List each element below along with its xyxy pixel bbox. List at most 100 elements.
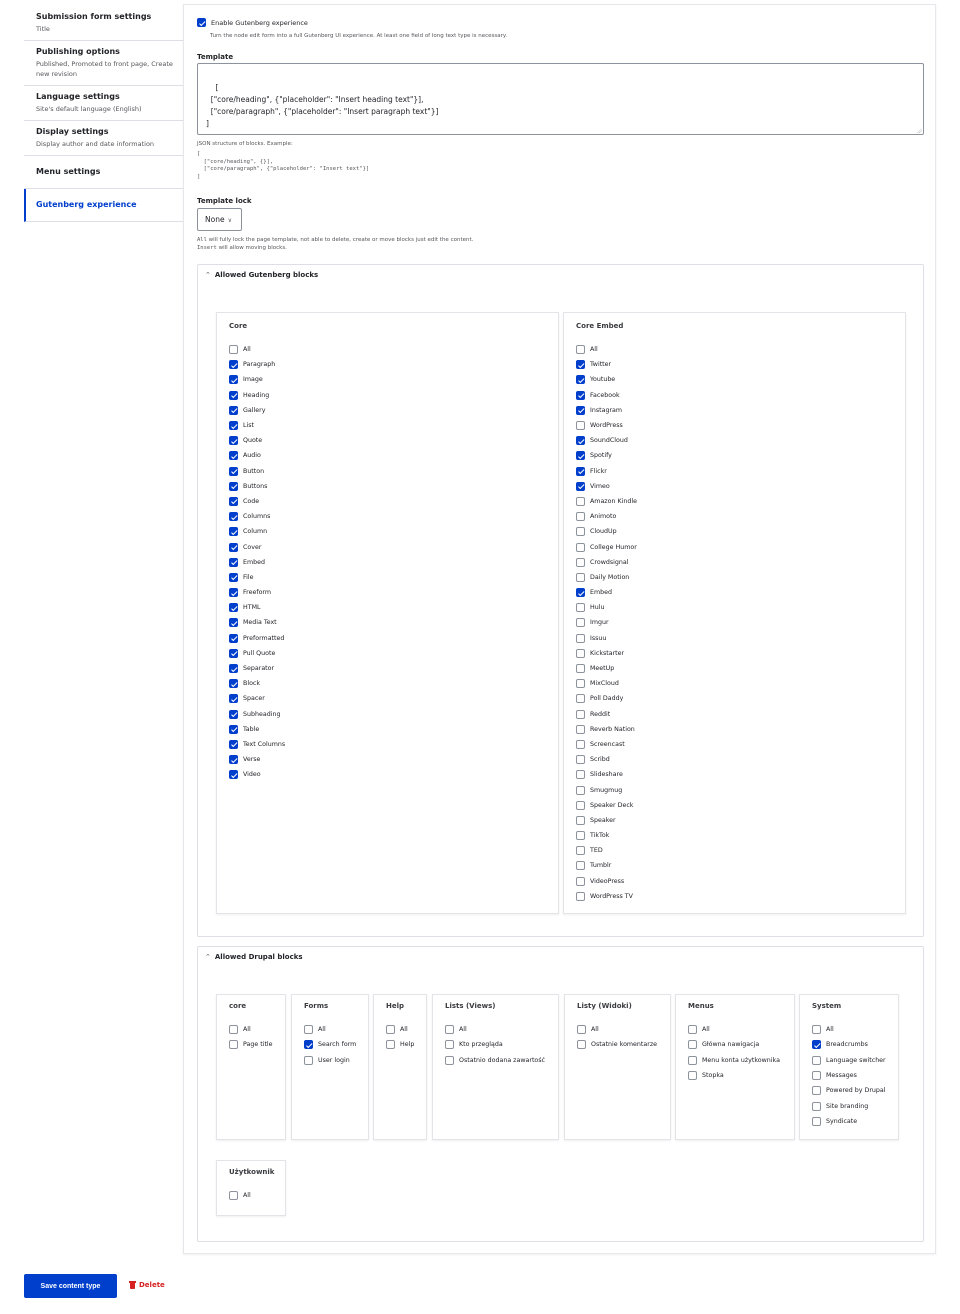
- block-checkbox-item[interactable]: Amazon Kindle: [576, 494, 637, 509]
- block-checkbox-item[interactable]: File: [229, 570, 285, 585]
- block-checkbox-item[interactable]: Daily Motion: [576, 570, 637, 585]
- checkbox-checked-icon[interactable]: [229, 709, 238, 719]
- checkbox-unchecked-icon[interactable]: [576, 679, 585, 689]
- block-checkbox-item[interactable]: CloudUp: [576, 524, 637, 539]
- checkbox-checked-icon[interactable]: [229, 679, 238, 689]
- block-checkbox-item[interactable]: Scribd: [576, 752, 637, 767]
- template-lock-select[interactable]: None ∨: [197, 208, 242, 231]
- checkbox-checked-icon[interactable]: [229, 390, 238, 400]
- block-checkbox-item[interactable]: All: [386, 1022, 414, 1037]
- block-checkbox-item[interactable]: All: [229, 1188, 251, 1203]
- checkbox-checked-icon[interactable]: [229, 648, 238, 658]
- block-checkbox-item[interactable]: Gallery: [229, 403, 285, 418]
- checkbox-unchecked-icon[interactable]: [304, 1025, 313, 1035]
- checkbox-unchecked-icon[interactable]: [576, 709, 585, 719]
- block-checkbox-item[interactable]: Buttons: [229, 479, 285, 494]
- block-checkbox-item[interactable]: Verse: [229, 752, 285, 767]
- block-checkbox-item[interactable]: Twitter: [576, 357, 637, 372]
- block-checkbox-item[interactable]: Reverb Nation: [576, 722, 637, 737]
- block-checkbox-item[interactable]: All: [445, 1022, 545, 1037]
- checkbox-unchecked-icon[interactable]: [576, 648, 585, 658]
- block-checkbox-item[interactable]: Speaker Deck: [576, 798, 637, 813]
- block-checkbox-item[interactable]: WordPress: [576, 418, 637, 433]
- block-checkbox-item[interactable]: Spotify: [576, 448, 637, 463]
- checkbox-unchecked-icon[interactable]: [576, 542, 585, 552]
- tab-display-settings[interactable]: Display settings Display author and date…: [24, 121, 184, 156]
- block-checkbox-item[interactable]: Quote: [229, 433, 285, 448]
- block-checkbox-item[interactable]: Column: [229, 524, 285, 539]
- checkbox-checked-icon[interactable]: [229, 360, 238, 370]
- checkbox-unchecked-icon[interactable]: [445, 1025, 454, 1035]
- block-checkbox-item[interactable]: Help: [386, 1037, 414, 1052]
- checkbox-unchecked-icon[interactable]: [576, 527, 585, 537]
- block-checkbox-item[interactable]: Facebook: [576, 388, 637, 403]
- block-checkbox-item[interactable]: Powered by Drupal: [812, 1083, 886, 1098]
- checkbox-checked-icon[interactable]: [812, 1040, 821, 1050]
- block-checkbox-item[interactable]: Embed: [576, 585, 637, 600]
- block-checkbox-item[interactable]: Imgur: [576, 615, 637, 630]
- block-checkbox-item[interactable]: Subheading: [229, 707, 285, 722]
- checkbox-unchecked-icon[interactable]: [576, 755, 585, 765]
- checkbox-checked-icon[interactable]: [229, 664, 238, 674]
- checkbox-unchecked-icon[interactable]: [576, 876, 585, 886]
- checkbox-unchecked-icon[interactable]: [688, 1025, 697, 1035]
- checkbox-checked-icon[interactable]: [229, 603, 238, 613]
- checkbox-unchecked-icon[interactable]: [576, 770, 585, 780]
- block-checkbox-item[interactable]: Table: [229, 722, 285, 737]
- checkbox-unchecked-icon[interactable]: [688, 1071, 697, 1081]
- checkbox-unchecked-icon[interactable]: [229, 1025, 238, 1035]
- block-checkbox-item[interactable]: Instagram: [576, 403, 637, 418]
- checkbox-checked-icon[interactable]: [576, 588, 585, 598]
- block-checkbox-item[interactable]: TikTok: [576, 828, 637, 843]
- checkbox-unchecked-icon[interactable]: [576, 694, 585, 704]
- checkbox-unchecked-icon[interactable]: [576, 831, 585, 841]
- checkbox-unchecked-icon[interactable]: [576, 739, 585, 749]
- tab-language-settings[interactable]: Language settings Site's default languag…: [24, 86, 184, 121]
- block-checkbox-item[interactable]: Text Columns: [229, 737, 285, 752]
- checkbox-icon[interactable]: [197, 18, 206, 27]
- checkbox-checked-icon[interactable]: [576, 436, 585, 446]
- block-checkbox-item[interactable]: Poll Daddy: [576, 691, 637, 706]
- checkbox-checked-icon[interactable]: [229, 557, 238, 567]
- checkbox-unchecked-icon[interactable]: [576, 724, 585, 734]
- block-checkbox-item[interactable]: Slideshare: [576, 767, 637, 782]
- block-checkbox-item[interactable]: All: [229, 1022, 273, 1037]
- block-checkbox-item[interactable]: Smugmug: [576, 782, 637, 797]
- block-checkbox-item[interactable]: Youtube: [576, 372, 637, 387]
- block-checkbox-item[interactable]: Heading: [229, 388, 285, 403]
- block-checkbox-item[interactable]: Cover: [229, 539, 285, 554]
- block-checkbox-item[interactable]: TED: [576, 843, 637, 858]
- block-checkbox-item[interactable]: Site branding: [812, 1098, 886, 1113]
- checkbox-checked-icon[interactable]: [229, 572, 238, 582]
- block-checkbox-item[interactable]: All: [229, 342, 285, 357]
- block-checkbox-item[interactable]: Główna nawigacja: [688, 1037, 780, 1052]
- checkbox-unchecked-icon[interactable]: [576, 800, 585, 810]
- checkbox-checked-icon[interactable]: [229, 436, 238, 446]
- block-checkbox-item[interactable]: Columns: [229, 509, 285, 524]
- checkbox-checked-icon[interactable]: [229, 694, 238, 704]
- checkbox-unchecked-icon[interactable]: [812, 1071, 821, 1081]
- allowed-gutenberg-blocks-toggle[interactable]: ⌃ Allowed Gutenberg blocks: [205, 271, 318, 279]
- block-checkbox-item[interactable]: Messages: [812, 1068, 886, 1083]
- checkbox-checked-icon[interactable]: [229, 405, 238, 415]
- checkbox-unchecked-icon[interactable]: [576, 572, 585, 582]
- block-checkbox-item[interactable]: Crowdsignal: [576, 555, 637, 570]
- block-checkbox-item[interactable]: Ostatnie komentarze: [577, 1037, 657, 1052]
- block-checkbox-item[interactable]: Search form: [304, 1037, 356, 1052]
- block-checkbox-item[interactable]: Audio: [229, 448, 285, 463]
- checkbox-unchecked-icon[interactable]: [576, 512, 585, 522]
- checkbox-unchecked-icon[interactable]: [812, 1025, 821, 1035]
- checkbox-unchecked-icon[interactable]: [576, 785, 585, 795]
- block-checkbox-item[interactable]: SoundCloud: [576, 433, 637, 448]
- block-checkbox-item[interactable]: MeetUp: [576, 661, 637, 676]
- checkbox-checked-icon[interactable]: [576, 481, 585, 491]
- checkbox-checked-icon[interactable]: [229, 542, 238, 552]
- block-checkbox-item[interactable]: Image: [229, 372, 285, 387]
- block-checkbox-item[interactable]: Kickstarter: [576, 646, 637, 661]
- checkbox-checked-icon[interactable]: [576, 360, 585, 370]
- block-checkbox-item[interactable]: HTML: [229, 600, 285, 615]
- resize-handle-icon[interactable]: [917, 128, 922, 133]
- block-checkbox-item[interactable]: All: [576, 342, 637, 357]
- checkbox-unchecked-icon[interactable]: [576, 664, 585, 674]
- block-checkbox-item[interactable]: VideoPress: [576, 874, 637, 889]
